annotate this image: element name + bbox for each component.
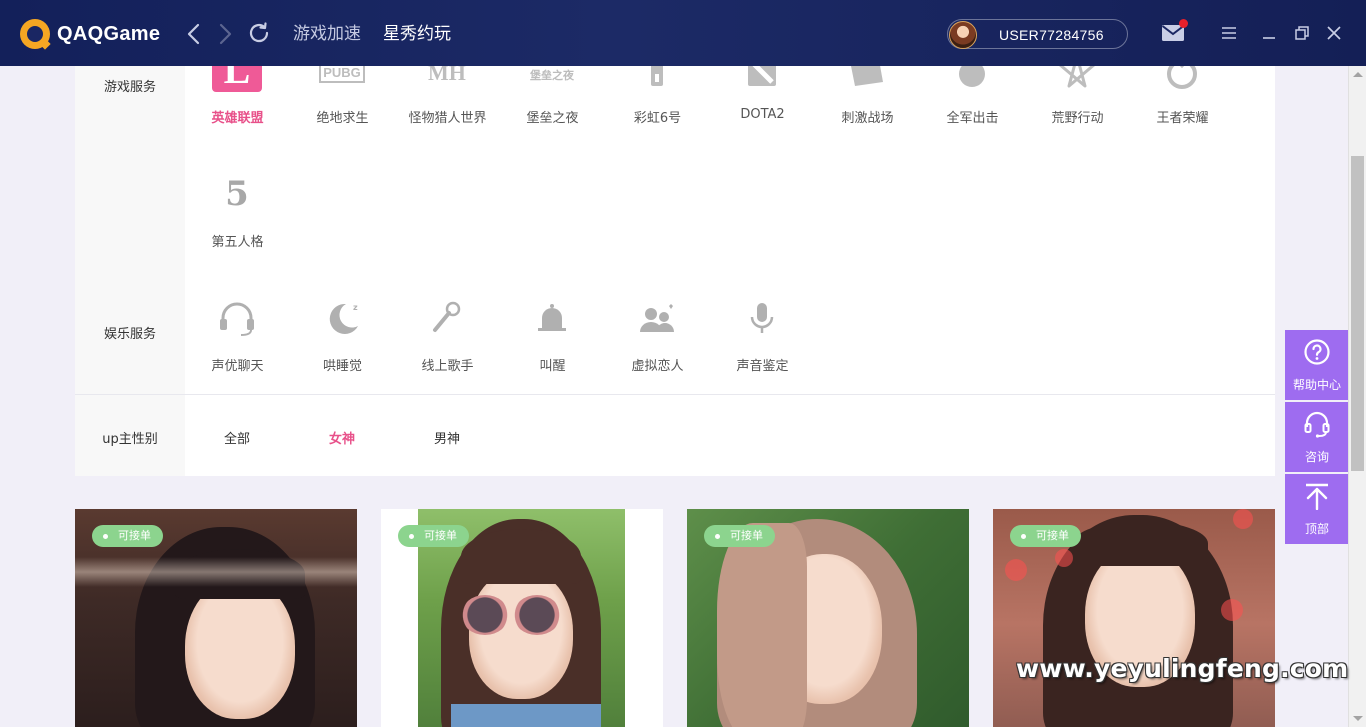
notification-dot	[1179, 19, 1188, 28]
rainbow-six-icon	[631, 66, 683, 92]
game-option-lol[interactable]: L 英雄联盟	[185, 66, 290, 130]
streamer-card[interactable]: 可接单	[381, 509, 663, 727]
nav-star-play[interactable]: 星秀约玩	[383, 24, 451, 44]
honor-of-kings-icon	[1156, 66, 1208, 92]
back-to-top-label: 顶部	[1304, 522, 1329, 536]
game-option-rainbow-six[interactable]: 彩虹6号	[605, 66, 710, 130]
status-badge: 可接单	[92, 525, 163, 547]
filter-divider	[75, 394, 1275, 395]
bell-icon	[526, 298, 578, 338]
game-option-monster-hunter[interactable]: MH 怪物猎人世界	[395, 66, 500, 130]
microphone-icon	[421, 298, 473, 338]
game-option-fortnite[interactable]: 堡垒之夜 堡垒之夜	[500, 66, 605, 130]
game-option-knives-out[interactable]: 荒野行动	[1025, 66, 1130, 130]
headset-icon	[211, 298, 263, 338]
voice-mic-icon	[736, 298, 788, 338]
game-option-identity-v[interactable]: 5 第五人格	[185, 174, 290, 254]
game-option-pubg[interactable]: PUBG 绝地求生	[290, 66, 395, 130]
scrollbar-thumb[interactable]	[1351, 156, 1364, 471]
ent-option-online-singer[interactable]: 线上歌手	[395, 298, 500, 378]
fortnite-icon: 堡垒之夜	[526, 66, 578, 92]
floating-side-menu: 帮助中心 咨询 顶部	[1285, 330, 1349, 546]
qaq-logo-icon	[20, 19, 50, 49]
back-arrow-icon[interactable]	[183, 22, 205, 46]
scroll-down-arrow-icon[interactable]	[1353, 716, 1363, 721]
user-profile-button[interactable]: USER77284756	[947, 19, 1128, 49]
status-badge: 可接单	[398, 525, 469, 547]
identity-v-icon: 5	[225, 174, 249, 214]
menu-icon[interactable]	[1221, 25, 1237, 41]
avatar	[949, 21, 977, 49]
question-circle-icon	[1304, 339, 1330, 365]
streamer-card[interactable]: 可接单	[687, 509, 969, 727]
ent-option-sleep[interactable]: zz 哄睡觉	[290, 298, 395, 378]
ent-option-voice-chat[interactable]: 声优聊天	[185, 298, 290, 378]
streamer-card[interactable]: 可接单	[993, 509, 1275, 727]
svg-text:MH: MH	[428, 66, 466, 85]
filter-panel: 游戏服务 娱乐服务 up主性别 L 英雄联盟 PUBG 绝地求生 MH 怪物猎人…	[75, 66, 1275, 476]
game-option-full-assault[interactable]: 全军出击	[920, 66, 1025, 130]
scroll-up-arrow-icon[interactable]	[1353, 72, 1363, 77]
app-logo[interactable]: QAQGame	[20, 19, 160, 49]
forward-arrow-icon[interactable]	[214, 22, 236, 46]
svg-text:z: z	[346, 314, 352, 325]
battleground-icon	[841, 66, 893, 92]
nav-game-accelerate[interactable]: 游戏加速	[293, 24, 361, 44]
svg-text:堡垒之夜: 堡垒之夜	[530, 68, 575, 82]
game-service-label: 游戏服务	[103, 80, 156, 95]
close-icon[interactable]	[1326, 25, 1342, 41]
consult-label: 咨询	[1304, 450, 1329, 464]
moon-sleep-icon: zz	[316, 298, 368, 338]
status-badge: 可接单	[704, 525, 775, 547]
gender-option-female[interactable]: 女神	[307, 428, 377, 447]
dota2-icon	[736, 66, 788, 92]
back-to-top-button[interactable]: 顶部	[1285, 474, 1349, 544]
refresh-icon[interactable]	[247, 21, 271, 45]
username: USER77284756	[999, 27, 1104, 43]
gender-label: up主性别	[102, 432, 158, 447]
help-center-button[interactable]: 帮助中心	[1285, 330, 1349, 400]
watermark: www.yeyulingfeng.com	[1016, 654, 1349, 683]
ent-option-wake-up[interactable]: 叫醒	[500, 298, 605, 378]
gender-option-male[interactable]: 男神	[412, 428, 482, 447]
svg-text:PUBG: PUBG	[323, 66, 361, 80]
ent-option-voice-appraisal[interactable]: 声音鉴定	[710, 298, 815, 378]
filter-label-column: 游戏服务 娱乐服务 up主性别	[75, 66, 185, 476]
game-option-honor-of-kings[interactable]: 王者荣耀	[1130, 66, 1235, 130]
status-badge: 可接单	[1010, 525, 1081, 547]
vertical-scrollbar[interactable]	[1348, 66, 1366, 727]
app-name: QAQGame	[57, 22, 161, 45]
monster-hunter-icon: MH	[421, 66, 473, 92]
headset-icon	[1304, 411, 1330, 438]
gender-option-all[interactable]: 全部	[202, 428, 272, 447]
lol-icon: L	[212, 66, 262, 92]
minimize-icon[interactable]	[1261, 25, 1277, 41]
full-assault-icon	[946, 66, 998, 92]
ent-option-virtual-lover[interactable]: 虚拟恋人	[605, 298, 710, 378]
streamer-card[interactable]: 可接单	[75, 509, 357, 727]
knives-out-icon	[1051, 66, 1103, 92]
help-center-label: 帮助中心	[1292, 378, 1341, 392]
consult-button[interactable]: 咨询	[1285, 402, 1349, 472]
svg-text:z: z	[353, 303, 358, 312]
title-bar: QAQGame 游戏加速 星秀约玩 USER77284756	[0, 0, 1366, 66]
pubg-icon: PUBG	[316, 66, 368, 92]
game-option-dota2[interactable]: DOTA2	[710, 66, 815, 130]
entertainment-service-label: 娱乐服务	[103, 327, 156, 342]
couple-icon	[631, 298, 683, 338]
game-option-battleground[interactable]: 刺激战场	[815, 66, 920, 130]
content-area[interactable]: 游戏服务 娱乐服务 up主性别 L 英雄联盟 PUBG 绝地求生 MH 怪物猎人…	[0, 66, 1348, 727]
restore-icon[interactable]	[1294, 25, 1310, 41]
arrow-up-icon	[1306, 483, 1328, 510]
